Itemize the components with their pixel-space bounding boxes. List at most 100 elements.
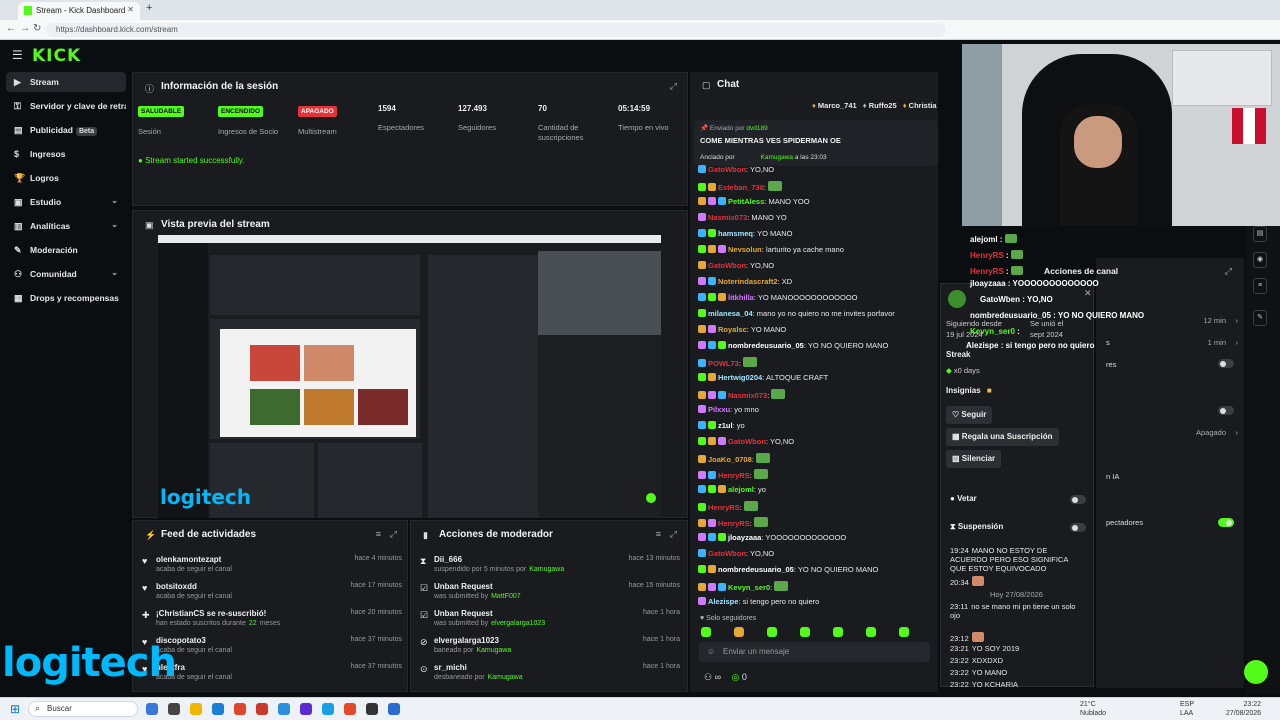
mod-action-by[interactable]: elvergalarga1023 — [491, 620, 545, 627]
expand-icon[interactable]: ⤢ — [670, 529, 677, 540]
chat-message[interactable]: Royalsc: YO MANO — [698, 325, 938, 337]
chat-message[interactable]: GatoWbon: YO,NO — [698, 437, 938, 449]
chat-message[interactable]: HenryRS: — [698, 517, 938, 529]
taskbar-app-icon[interactable] — [388, 703, 400, 715]
chat-username[interactable]: Nevsolun — [728, 245, 762, 254]
timeout-toggle[interactable] — [1070, 523, 1086, 532]
emote-icon[interactable] — [833, 627, 843, 637]
new-tab-icon[interactable]: + — [146, 2, 152, 14]
close-tab-icon[interactable]: ✕ — [127, 5, 134, 14]
forward-icon[interactable]: → — [20, 23, 30, 34]
top-gifter[interactable]: Marco_741 — [818, 101, 857, 110]
top-gifter[interactable]: Christia — [909, 101, 937, 110]
chat-message[interactable]: Alezispe: si tengo pero no quiero — [698, 597, 938, 609]
users-icon[interactable]: ⚇ ∞ — [704, 672, 721, 682]
chat-username[interactable]: GatoWbon — [728, 437, 766, 446]
address-bar[interactable]: https://dashboard.kick.com/stream — [46, 23, 946, 37]
filter-icon[interactable]: ≡ — [376, 529, 381, 539]
emote-icon[interactable] — [800, 627, 810, 637]
sidebar-item-4[interactable]: 🏆 Logros — [6, 168, 126, 188]
chat-username[interactable]: z1ul — [718, 421, 733, 430]
taskbar-app-icon[interactable] — [190, 703, 202, 715]
windows-start-icon[interactable]: ⊞ — [10, 702, 20, 716]
chat-message[interactable]: Hertwig0204: ALTOQUE CRAFT — [698, 373, 938, 385]
emote-icon[interactable] — [899, 627, 909, 637]
emote-icon[interactable] — [701, 627, 711, 637]
chat-username[interactable]: Kevyn_ser0 — [728, 583, 770, 592]
chat-message[interactable]: Nasmix073: MANO YO — [698, 213, 938, 225]
taskbar-search[interactable]: ⌕ Buscar — [28, 701, 138, 717]
chat-message[interactable]: GatoWbon: YO,NO — [698, 165, 938, 177]
chat-message[interactable]: nombredeusuario_05: YO NO QUIERO MANO — [698, 565, 938, 577]
viewers-toggle[interactable] — [1218, 518, 1234, 527]
chat-username[interactable]: Nasmix073 — [708, 213, 747, 222]
mod-action-by[interactable]: Kamugawa — [488, 674, 523, 681]
chat-message[interactable]: Noterindascraft2: XD — [698, 277, 938, 289]
mute-button[interactable]: ▨ Silenciar — [946, 450, 1002, 468]
taskbar-app-icon[interactable] — [344, 703, 356, 715]
activity-item[interactable]: ♥ botsitoxdd acaba de seguir el canal hace … — [142, 582, 402, 608]
chat-username[interactable]: HenryRS — [718, 471, 750, 480]
emote-icon[interactable] — [734, 627, 744, 637]
sidebar-item-1[interactable]: ⚿ Servidor y clave de retransmisión — [6, 96, 126, 116]
chat-message[interactable]: JoaKo_0708: — [698, 453, 938, 465]
sidebar-item-7[interactable]: ✎ Moderación — [6, 240, 126, 260]
channel-action-row[interactable]: n IA — [1100, 472, 1240, 484]
sidebar-item-8[interactable]: ⚇ Comunidad ⌄ — [6, 264, 126, 284]
taskbar-app-icon[interactable] — [366, 703, 378, 715]
chat-username[interactable]: HenryRS — [708, 503, 740, 512]
close-icon[interactable]: ✕ — [1084, 288, 1092, 299]
chat-message[interactable]: Nasmix073: — [698, 389, 938, 401]
chat-message[interactable]: Kevyn_ser0: — [698, 581, 938, 593]
clock[interactable]: 23:22 27/08/2026 — [1226, 700, 1261, 718]
chat-message[interactable]: jloayzaaa: YOOOOOOOOOOOOO — [698, 533, 938, 545]
chat-message[interactable]: Esteban_738: — [698, 181, 938, 193]
sidebar-item-6[interactable]: ▥ Analíticas ⌄ — [6, 216, 126, 236]
taskbar-app-icon[interactable] — [168, 703, 180, 715]
setting-toggle[interactable] — [1218, 359, 1234, 368]
chat-message[interactable]: z1ul: yo — [698, 421, 938, 433]
reload-icon[interactable]: ↻ — [33, 23, 41, 34]
chat-username[interactable]: Nasmix073 — [728, 391, 767, 400]
chat-input[interactable]: ☺ Enviar un mensaje — [699, 642, 930, 662]
follow-button[interactable]: ♡ Seguir — [946, 406, 993, 424]
taskbar-app-icon[interactable] — [234, 703, 246, 715]
chat-message[interactable]: POWL73: — [698, 357, 938, 369]
chat-username[interactable]: alejoml — [728, 485, 754, 494]
chat-username[interactable]: Noterindascraft2 — [718, 277, 778, 286]
sidebar-item-0[interactable]: ▶ Stream — [6, 72, 126, 92]
chat-username[interactable]: Hertwig0204 — [718, 373, 762, 382]
setting-toggle[interactable] — [1218, 406, 1234, 415]
browser-tab[interactable]: Stream - Kick Dashboard ✕ — [18, 2, 140, 20]
chat-username[interactable]: nombredeusuario_05 — [728, 341, 804, 350]
mod-action-item[interactable]: ☑ Unban Request was submitted by elvergalar… — [420, 609, 680, 635]
mod-action-by[interactable]: Kamugawa — [476, 647, 511, 654]
weather[interactable]: 21°C Nublado — [1080, 700, 1106, 718]
channel-action-row[interactable]: s 1 min › — [1100, 338, 1240, 350]
chat-username[interactable]: PetitAless — [728, 197, 764, 206]
chat-username[interactable]: GatoWbon — [708, 549, 746, 558]
chat-message[interactable]: nombredeusuario_05: YO NO QUIERO MANO — [698, 341, 938, 353]
chat-message[interactable]: HenryRS: — [698, 469, 938, 481]
chat-message[interactable]: Pilxxu: yo mno — [698, 405, 938, 417]
mod-action-item[interactable]: ⊘ elvergalarga1023 baneado por Kamugawa hace… — [420, 636, 680, 662]
mod-action-by[interactable]: Kamugawa — [529, 566, 564, 573]
chat-fab-icon[interactable] — [1244, 660, 1268, 684]
chat-username[interactable]: HenryRS — [718, 519, 750, 528]
chat-message[interactable]: Nevsolun: larturito ya cache mano — [698, 245, 938, 257]
sidebar-item-2[interactable]: ▤ Publicidad Beta — [6, 120, 126, 140]
rail-list-icon[interactable]: ≡ — [1253, 278, 1267, 294]
stream-preview-video[interactable]: logitech — [158, 235, 661, 518]
taskbar-app-icon[interactable] — [322, 703, 334, 715]
taskbar-app-icon[interactable] — [278, 703, 290, 715]
chat-username[interactable]: Royalsc — [718, 325, 747, 334]
activity-item[interactable]: ♥ discopotato3 acaba de seguir el canal hac… — [142, 636, 402, 662]
chat-message[interactable]: GatoWbon: YO,NO — [698, 549, 938, 561]
language-indicator[interactable]: ESP LAA — [1180, 700, 1194, 718]
mod-action-item[interactable]: ⧗ Dii_666 suspendido por 5 minutos por Kamu… — [420, 555, 680, 581]
mod-action-by[interactable]: MattF007 — [491, 593, 521, 600]
rail-wrench-icon[interactable]: ✎ — [1253, 310, 1267, 326]
chat-username[interactable]: JoaKo_0708 — [708, 455, 752, 464]
sidebar-item-5[interactable]: ▣ Estudio ⌄ — [6, 192, 126, 212]
expand-icon[interactable]: ⤢ — [670, 81, 677, 92]
